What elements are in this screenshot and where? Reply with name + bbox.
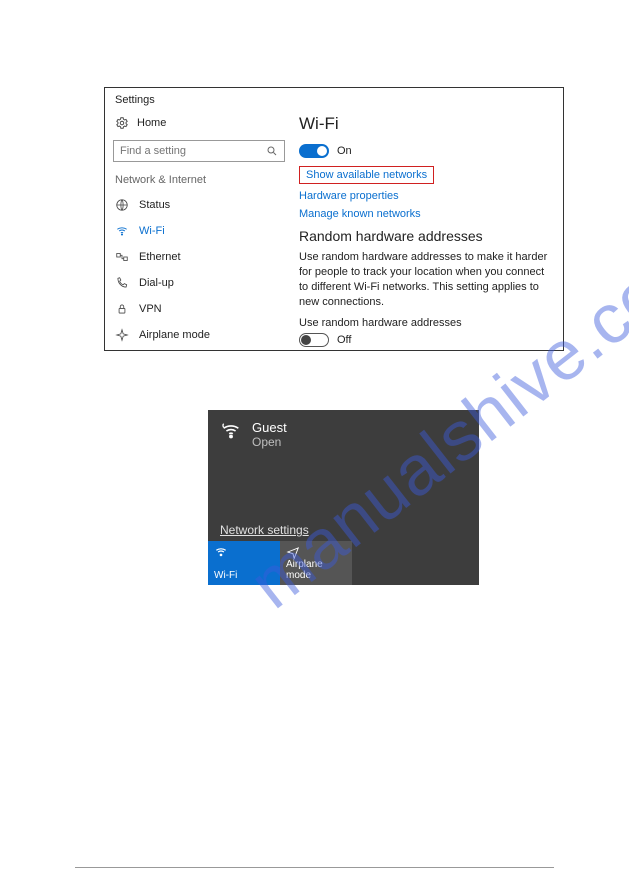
rha-heading: Random hardware addresses (299, 228, 555, 244)
nav-ethernet[interactable]: Ethernet (111, 244, 287, 270)
tile-label: Airplane mode (286, 559, 346, 581)
search-icon (266, 145, 278, 157)
network-item-guest[interactable]: Guest Open (208, 410, 479, 455)
rha-toggle-label: Off (337, 334, 351, 346)
manage-known-networks-link[interactable]: Manage known networks (299, 208, 555, 220)
nav-airplane[interactable]: Airplane mode (111, 322, 287, 348)
hardware-properties-link[interactable]: Hardware properties (299, 190, 555, 202)
nav-wifi[interactable]: Wi-Fi (111, 218, 287, 244)
nav-status[interactable]: Status (111, 192, 287, 218)
show-available-networks-link[interactable]: Show available networks (306, 169, 427, 181)
show-available-highlight: Show available networks (299, 166, 434, 184)
nav-label: Status (139, 199, 170, 211)
rha-description: Use random hardware addresses to make it… (299, 250, 555, 309)
wifi-toggle-label: On (337, 145, 352, 157)
wifi-icon (214, 545, 228, 559)
settings-sidebar: Home Network & Internet Status Wi-Fi Eth… (105, 108, 295, 348)
wifi-icon (115, 224, 129, 238)
nav-label: Ethernet (139, 251, 181, 263)
nav-label: Dial-up (139, 277, 174, 289)
settings-content: Wi-Fi On Show available networks Hardwar… (295, 108, 563, 348)
network-name: Guest (252, 420, 287, 435)
rha-toggle[interactable] (299, 333, 329, 347)
wifi-toggle[interactable] (299, 144, 329, 158)
nav-vpn[interactable]: VPN (111, 296, 287, 322)
home-label: Home (137, 117, 166, 129)
dialup-icon (115, 276, 129, 290)
airplane-icon (115, 328, 129, 342)
gear-icon (115, 116, 129, 130)
page-footer-rule (75, 867, 554, 868)
search-input[interactable] (113, 140, 285, 162)
nav-label: VPN (139, 303, 162, 315)
airplane-icon (286, 545, 300, 559)
window-title: Settings (105, 88, 563, 108)
tile-wifi[interactable]: Wi-Fi (208, 541, 280, 585)
section-label: Network & Internet (111, 168, 287, 192)
network-flyout: Guest Open Network settings Wi-Fi Airpla… (208, 410, 479, 585)
rha-toggle-title: Use random hardware addresses (299, 317, 555, 329)
network-status: Open (252, 435, 287, 449)
settings-window: Settings Home Network & Internet Status … (104, 87, 564, 351)
quick-action-tiles: Wi-Fi Airplane mode (208, 541, 352, 585)
tile-airplane[interactable]: Airplane mode (280, 541, 352, 585)
wifi-open-icon (220, 420, 242, 442)
network-settings-link[interactable]: Network settings (220, 523, 309, 537)
nav-dialup[interactable]: Dial-up (111, 270, 287, 296)
tile-label: Wi-Fi (214, 570, 274, 581)
nav-label: Wi-Fi (139, 225, 165, 237)
vpn-icon (115, 302, 129, 316)
search-field[interactable] (120, 145, 266, 157)
page-title: Wi-Fi (299, 114, 555, 134)
globe-icon (115, 198, 129, 212)
home-button[interactable]: Home (111, 112, 287, 138)
ethernet-icon (115, 250, 129, 264)
nav-label: Airplane mode (139, 329, 210, 341)
